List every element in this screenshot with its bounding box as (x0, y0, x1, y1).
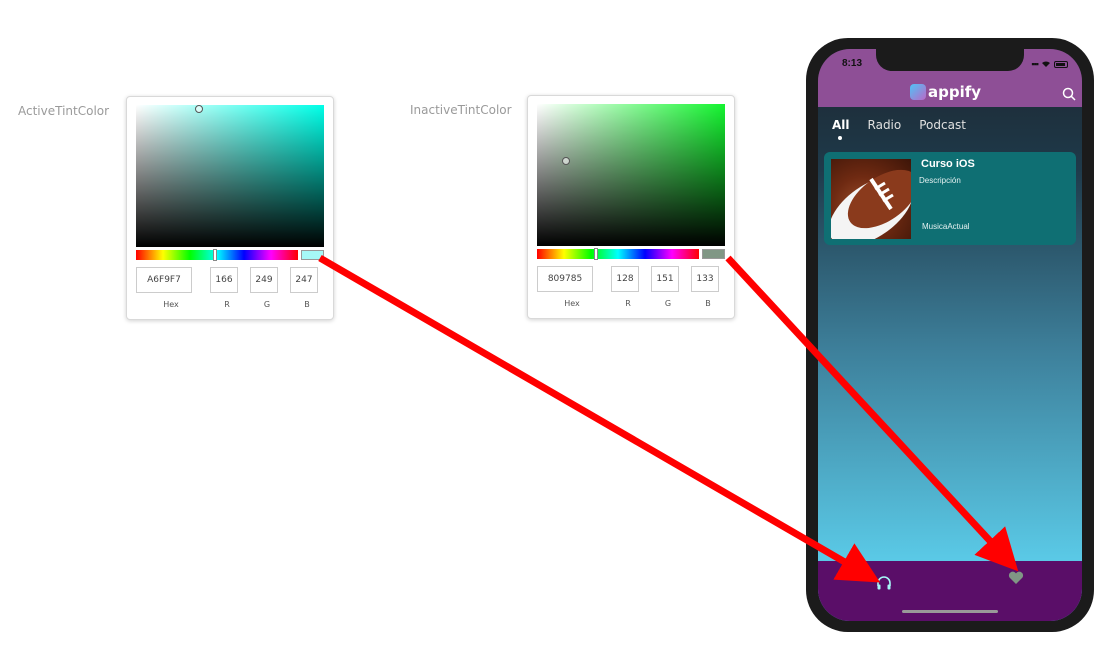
b-field[interactable]: 133 (691, 266, 719, 292)
hex-caption: Hex (163, 300, 179, 309)
wifi-icon (1042, 61, 1050, 67)
hue-slider[interactable] (537, 248, 699, 260)
status-time: 8:13 (842, 58, 863, 69)
r-caption: R (625, 299, 631, 308)
category-tabs: All Radio Podcast (832, 118, 966, 132)
color-swatch (301, 250, 324, 260)
b-caption: B (705, 299, 711, 308)
canvas: ActiveTintColor A6F9F7 166 249 247 Hex R… (0, 0, 1116, 661)
phone-screen: 8:13 ▪▪▪ appify All Radio Podcast Curso … (818, 49, 1082, 621)
content-card[interactable]: Curso iOS Descripción MusicaActual (824, 152, 1076, 245)
app-name: appify (928, 83, 982, 101)
card-description: Descripción (919, 176, 961, 185)
sv-handle[interactable] (562, 157, 570, 165)
hex-field[interactable]: A6F9F7 (136, 267, 192, 293)
active-tint-color-picker: A6F9F7 166 249 247 Hex R G B (126, 96, 334, 320)
g-field[interactable]: 151 (651, 266, 679, 292)
active-tint-label: ActiveTintColor (18, 104, 110, 118)
r-field[interactable]: 166 (210, 267, 238, 293)
hue-slider[interactable] (136, 249, 298, 261)
logo-mark-icon (910, 84, 926, 100)
saturation-value-area[interactable] (537, 104, 725, 246)
active-tab-indicator (838, 136, 842, 140)
home-indicator (902, 610, 998, 613)
tab-podcast[interactable]: Podcast (919, 118, 966, 132)
inactive-tint-color-picker: 809785 128 151 133 Hex R G B (527, 95, 735, 319)
saturation-value-area[interactable] (136, 105, 324, 247)
g-field[interactable]: 249 (250, 267, 278, 293)
hue-handle[interactable] (594, 248, 598, 260)
phone-notch (876, 49, 1024, 71)
phone-mockup: 8:13 ▪▪▪ appify All Radio Podcast Curso … (806, 38, 1094, 632)
b-field[interactable]: 247 (290, 267, 318, 293)
bottom-tab-bar (818, 561, 1082, 621)
r-field[interactable]: 128 (611, 266, 639, 292)
app-logo: appify (910, 83, 981, 101)
search-icon[interactable] (1062, 87, 1076, 101)
g-caption: G (664, 299, 672, 308)
card-title: Curso iOS (921, 158, 975, 170)
battery-icon (1054, 60, 1068, 68)
color-swatch (702, 249, 725, 259)
football-image (831, 159, 911, 239)
g-caption: G (263, 300, 271, 309)
b-caption: B (304, 300, 310, 309)
inactive-tint-label: InactiveTintColor (410, 103, 512, 117)
card-subtitle: MusicaActual (922, 222, 970, 231)
status-icons: ▪▪▪ (1031, 59, 1068, 69)
headphones-icon[interactable] (876, 575, 892, 591)
sv-handle[interactable] (195, 105, 203, 113)
hue-handle[interactable] (213, 249, 217, 261)
r-caption: R (224, 300, 230, 309)
hex-caption: Hex (564, 299, 580, 308)
tab-radio[interactable]: Radio (868, 118, 902, 132)
heart-icon[interactable] (1008, 571, 1024, 585)
hex-field[interactable]: 809785 (537, 266, 593, 292)
tab-all[interactable]: All (832, 118, 850, 132)
signal-icon: ▪▪▪ (1031, 59, 1039, 69)
